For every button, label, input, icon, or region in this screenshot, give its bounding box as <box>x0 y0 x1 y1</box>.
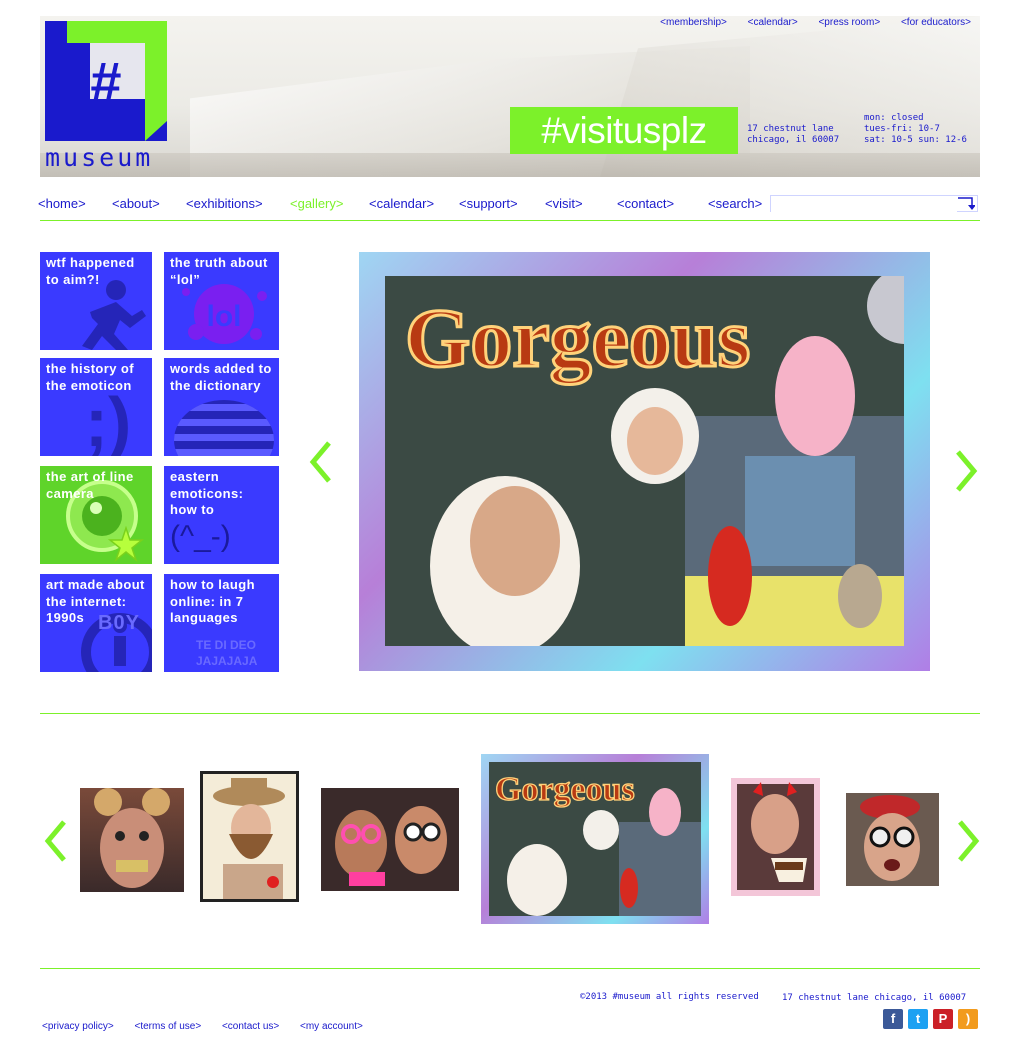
laugh-text: TE DI DEO <box>196 638 257 652</box>
terms-of-use-link[interactable]: <terms of use> <box>134 1021 201 1032</box>
hours-line: tues-fri: 10-7 <box>864 124 940 134</box>
top-calendar-link[interactable]: <calendar> <box>748 17 798 28</box>
header-address: 17 chestnut lane chicago, il 60007 <box>747 124 839 146</box>
address-line: chicago, il 60007 <box>747 135 840 145</box>
gallery-next-arrow-icon[interactable] <box>956 450 978 492</box>
thumbnail[interactable] <box>80 788 184 892</box>
my-account-link[interactable]: <my account> <box>300 1021 363 1032</box>
main-nav: <home> <about> <exhibitions> <gallery> <… <box>38 190 980 221</box>
thumbnail[interactable] <box>321 788 459 891</box>
footer-links: <privacy policy> <terms of use> <contact… <box>42 1021 381 1032</box>
gorgeous-caption: Gorgeous <box>405 292 750 385</box>
header-hours: mon: closed tues-fri: 10-7 sat: 10-5 sun… <box>864 113 967 146</box>
copyright-text: ©2013 #museum all rights reserved <box>580 992 759 1002</box>
emoticon-glyph: (^_-) <box>170 520 231 553</box>
laugh-text: JAJAJAJA <box>196 654 258 668</box>
logo-wordmark: museum <box>45 143 154 172</box>
thumbnail[interactable] <box>731 778 820 896</box>
contact-us-link[interactable]: <contact us> <box>222 1021 279 1032</box>
membership-link[interactable]: <membership> <box>660 17 727 28</box>
tile-title: how to laugh online: in 7 languages <box>170 577 255 625</box>
filmstrip-prev-arrow-icon[interactable] <box>44 820 66 862</box>
nav-home[interactable]: <home> <box>38 196 86 211</box>
divider <box>40 968 980 969</box>
tile-lol[interactable]: lol the truth about “lol” <box>164 252 279 350</box>
photo-scene: Gorgeous <box>385 276 904 646</box>
hours-line: sat: 10-5 sun: 12-6 <box>864 135 967 145</box>
gorgeous-thumb-caption: Gorgeous <box>495 771 635 808</box>
search-input[interactable] <box>771 198 957 214</box>
nav-calendar[interactable]: <calendar> <box>369 196 434 211</box>
hours-line: mon: closed <box>864 113 924 123</box>
tile-internet-art-90s[interactable]: B0Y art made about the internet: 1990s <box>40 574 152 672</box>
tagline-badge: #visitusplz <box>510 107 738 154</box>
main-gallery-image[interactable]: Gorgeous <box>359 252 930 671</box>
gallery-prev-arrow-icon[interactable] <box>309 441 331 483</box>
thumb-hat-beard <box>203 774 296 899</box>
nav-about[interactable]: <about> <box>112 196 160 211</box>
filmstrip-next-arrow-icon[interactable] <box>958 820 980 862</box>
thumb-beret-glasses <box>860 795 920 881</box>
nav-search-label[interactable]: <search> <box>708 196 762 211</box>
nav-visit[interactable]: <visit> <box>545 196 583 211</box>
thumb-gorgeous: Gorgeous <box>489 762 701 916</box>
logo-hash: # <box>90 50 121 113</box>
facebook-icon[interactable]: f <box>883 1009 903 1029</box>
thumb-party-glasses <box>335 806 447 886</box>
thumb-devil-cake <box>737 782 814 890</box>
address-line: 17 chestnut lane <box>747 124 834 134</box>
thumbnail[interactable] <box>200 771 299 902</box>
for-educators-link[interactable]: <for educators> <box>901 17 971 28</box>
privacy-policy-link[interactable]: <privacy policy> <box>42 1021 114 1032</box>
tile-title: the history of the emoticon <box>46 361 134 393</box>
twitter-icon[interactable]: t <box>908 1009 928 1029</box>
footer-address: 17 chestnut lane chicago, il 60007 <box>782 993 967 1003</box>
search-box[interactable] <box>770 195 978 214</box>
tile-title: the truth about “lol” <box>170 255 268 287</box>
tile-line-camera[interactable]: the art of line camera <box>40 466 152 564</box>
nav-contact[interactable]: <contact> <box>617 196 674 211</box>
search-submit-icon[interactable] <box>957 197 975 211</box>
nav-support[interactable]: <support> <box>459 196 518 211</box>
tile-title: words added to the dictionary <box>170 361 272 393</box>
tile-dictionary-words[interactable]: words added to the dictionary <box>164 358 279 456</box>
tile-eastern-emoticons[interactable]: eastern emoticons: how to (^_-) <box>164 466 279 564</box>
pinterest-icon[interactable]: P <box>933 1009 953 1029</box>
tile-laugh-languages[interactable]: TE DI DEO JAJAJAJA how to laugh online: … <box>164 574 279 672</box>
tile-title: art made about the internet: 1990s <box>46 577 145 625</box>
rss-icon[interactable]: ) <box>958 1009 978 1029</box>
thumbnail[interactable] <box>846 793 939 886</box>
tile-title: the art of line camera <box>46 469 134 501</box>
tile-aim[interactable]: wtf happened to aim?! <box>40 252 152 350</box>
striped-ball-icon <box>174 400 274 456</box>
press-room-link[interactable]: <press room> <box>818 17 880 28</box>
tile-emoticon-history[interactable]: ;) the history of the emoticon <box>40 358 152 456</box>
utility-links: <membership> <calendar> <press room> <fo… <box>642 17 971 28</box>
thumb-bear-ears <box>94 788 170 888</box>
plaza-ground <box>40 153 980 177</box>
museum-logo[interactable]: # <box>45 21 167 141</box>
tile-title: wtf happened to aim?! <box>46 255 135 287</box>
thumbnail-selected[interactable]: Gorgeous <box>481 754 709 924</box>
divider <box>40 713 980 714</box>
tile-title: eastern emoticons: how to <box>170 469 244 517</box>
svg-text:lol: lol <box>207 300 242 333</box>
photo-collage: Gorgeous <box>385 276 904 646</box>
nav-gallery[interactable]: <gallery> <box>290 196 343 211</box>
nav-exhibitions[interactable]: <exhibitions> <box>186 196 263 211</box>
